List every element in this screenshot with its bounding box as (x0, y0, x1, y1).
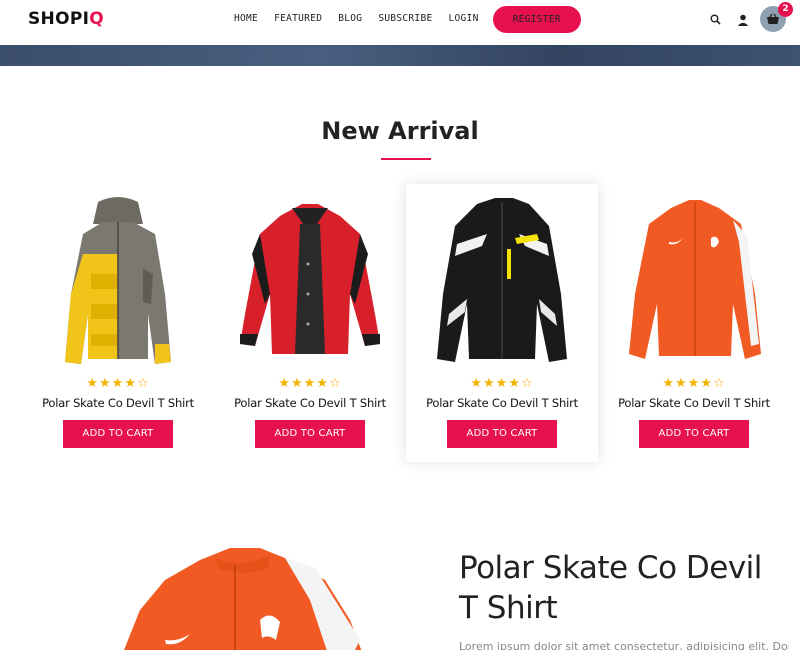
featured-product-description: Lorem ipsum dolor sit amet consectetur, … (459, 640, 789, 650)
featured-product-image[interactable] (110, 540, 410, 650)
nav-subscribe[interactable]: SUBSCRIBE (378, 6, 432, 32)
product-image[interactable] (214, 194, 406, 374)
product-card[interactable]: ★★★★☆ Polar Skate Co Devil T Shirt ADD T… (22, 184, 214, 462)
product-image[interactable] (22, 194, 214, 374)
rating-stars: ★★★★☆ (662, 376, 726, 391)
site-header: SHOPIQ HOME FEATURED BLOG SUBSCRIBE LOGI… (0, 0, 800, 45)
add-to-cart-button[interactable]: ADD TO CART (639, 420, 749, 448)
rating-stars: ★★★★☆ (278, 376, 342, 391)
cart-count-badge: 2 (778, 2, 793, 17)
product-image[interactable] (598, 194, 790, 374)
logo-text: SHOPI (28, 9, 90, 29)
nav-blog[interactable]: BLOG (338, 6, 362, 32)
add-to-cart-button[interactable]: ADD TO CART (63, 420, 173, 448)
add-to-cart-button[interactable]: ADD TO CART (447, 420, 557, 448)
product-name[interactable]: Polar Skate Co Devil T Shirt (214, 396, 406, 410)
product-name[interactable]: Polar Skate Co Devil T Shirt (598, 396, 790, 410)
rating-stars: ★★★★☆ (470, 376, 534, 391)
cart-button[interactable]: 2 (760, 2, 793, 32)
register-button[interactable]: REGISTER (492, 5, 581, 33)
product-card-active[interactable]: ★★★★☆ Polar Skate Co Devil T Shirt ADD T… (406, 184, 598, 462)
hero-banner-strip (0, 45, 800, 66)
title-underline (381, 158, 431, 160)
search-icon[interactable] (709, 12, 723, 26)
nav-featured[interactable]: FEATURED (274, 6, 322, 32)
basket-icon (767, 13, 779, 24)
product-image[interactable] (406, 194, 598, 374)
logo[interactable]: SHOPIQ (28, 9, 104, 29)
product-card[interactable]: ★★★★☆ Polar Skate Co Devil T Shirt ADD T… (598, 184, 790, 462)
nav-login[interactable]: LOGIN (449, 6, 479, 32)
product-name[interactable]: Polar Skate Co Devil T Shirt (22, 396, 214, 410)
nav-home[interactable]: HOME (234, 6, 258, 32)
product-name[interactable]: Polar Skate Co Devil T Shirt (406, 396, 598, 410)
section-title: New Arrival (321, 117, 479, 145)
main-nav: HOME FEATURED BLOG SUBSCRIBE LOGIN REGIS… (234, 5, 581, 33)
user-icon[interactable] (736, 12, 750, 26)
header-actions: 2 (696, 2, 793, 32)
logo-accent: Q (89, 9, 104, 29)
add-to-cart-button[interactable]: ADD TO CART (255, 420, 365, 448)
featured-product-title: Polar Skate Co Devil T Shirt (459, 550, 762, 626)
rating-stars: ★★★★☆ (86, 376, 150, 391)
product-card[interactable]: ★★★★☆ Polar Skate Co Devil T Shirt ADD T… (214, 184, 406, 462)
